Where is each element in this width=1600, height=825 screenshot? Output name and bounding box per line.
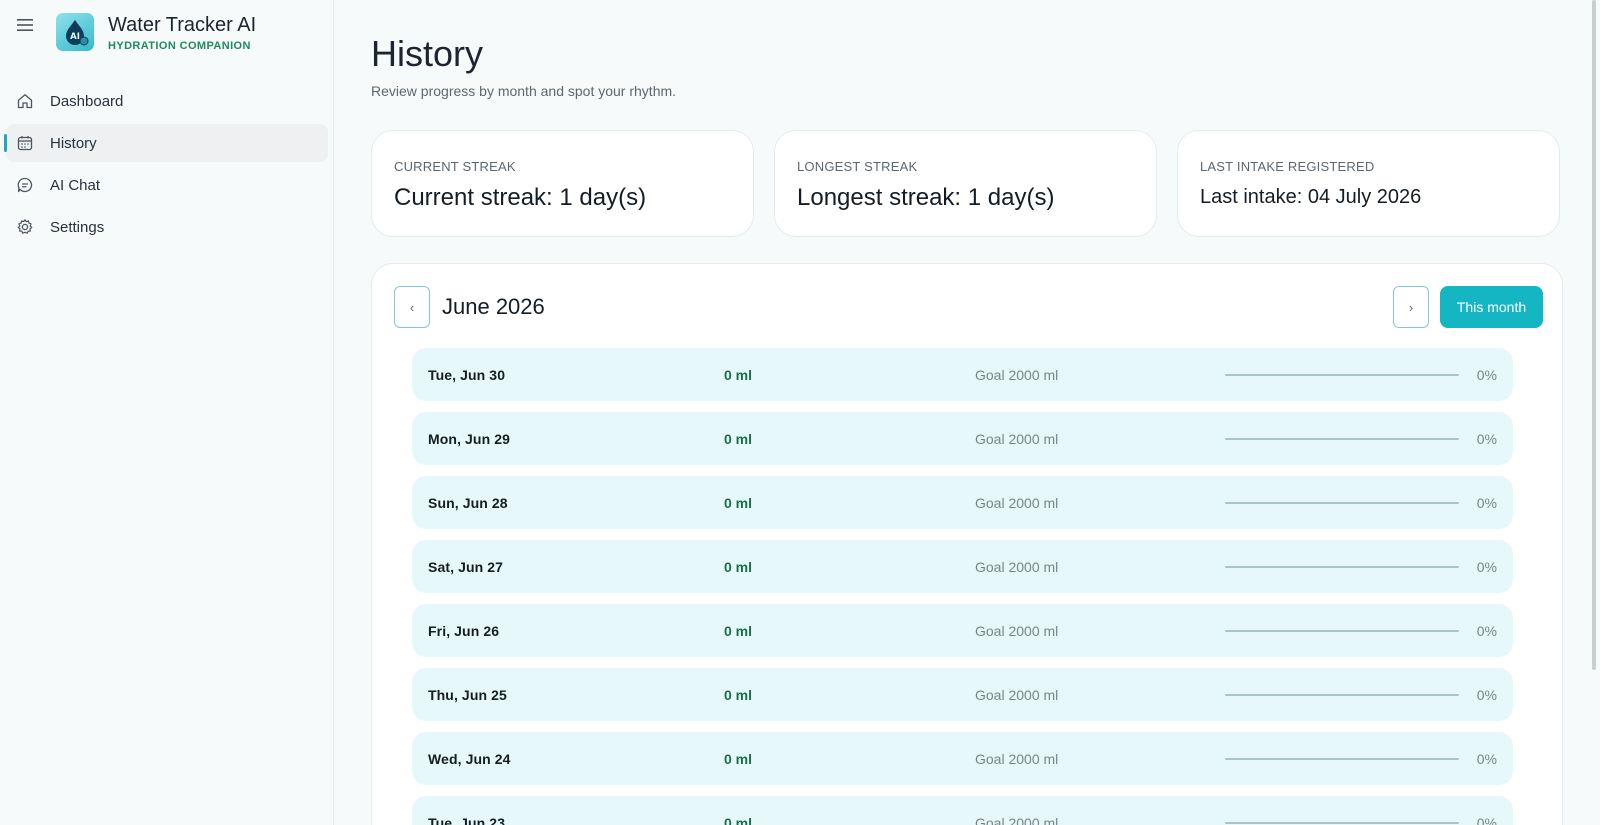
app-logo: AI bbox=[56, 13, 94, 51]
sidebar-item-label: AI Chat bbox=[50, 176, 101, 194]
sidebar-nav: Dashboard History AI Chat Settings bbox=[0, 82, 334, 250]
sidebar-item-ai-chat[interactable]: AI Chat bbox=[6, 166, 328, 204]
day-goal: Goal 2000 ml bbox=[975, 687, 1059, 703]
day-row: Thu, Jun 25 0 ml Goal 2000 ml 0% bbox=[412, 668, 1513, 721]
app-subtitle: HYDRATION COMPANION bbox=[108, 40, 251, 52]
day-progress-bar bbox=[1225, 822, 1459, 824]
day-row: Tue, Jun 23 0 ml Goal 2000 ml 0% bbox=[412, 796, 1513, 825]
day-percent: 0% bbox=[1476, 431, 1497, 447]
day-row: Wed, Jun 24 0 ml Goal 2000 ml 0% bbox=[412, 732, 1513, 785]
page-title: History bbox=[371, 33, 484, 74]
day-percent: 0% bbox=[1476, 367, 1497, 383]
sidebar-item-dashboard[interactable]: Dashboard bbox=[6, 82, 328, 120]
day-goal: Goal 2000 ml bbox=[975, 751, 1059, 767]
day-amount: 0 ml bbox=[724, 687, 753, 703]
day-date: Thu, Jun 25 bbox=[428, 687, 507, 703]
day-date: Sat, Jun 27 bbox=[428, 559, 504, 575]
sidebar: AI Water Tracker AI HYDRATION COMPANION … bbox=[0, 0, 334, 825]
longest-streak-card: LONGEST STREAK Longest streak: 1 day(s) bbox=[774, 130, 1157, 237]
day-list: Tue, Jun 30 0 ml Goal 2000 ml 0% Mon, Jun 29… bbox=[412, 348, 1513, 825]
last-intake-card: LAST INTAKE REGISTERED Last intake: 04 J… bbox=[1177, 130, 1560, 237]
stat-value: Longest streak: 1 day(s) bbox=[797, 184, 1055, 211]
day-goal: Goal 2000 ml bbox=[975, 431, 1059, 447]
stat-value: Current streak: 1 day(s) bbox=[394, 184, 647, 211]
day-date: Fri, Jun 26 bbox=[428, 623, 500, 639]
day-progress-bar bbox=[1225, 630, 1459, 632]
main-content: History Review progress by month and spo… bbox=[334, 0, 1600, 825]
day-row: Sat, Jun 27 0 ml Goal 2000 ml 0% bbox=[412, 540, 1513, 593]
day-percent: 0% bbox=[1476, 495, 1497, 511]
page-scrollbar[interactable] bbox=[1592, 0, 1596, 670]
sidebar-item-settings[interactable]: Settings bbox=[6, 208, 328, 246]
chevron-left-icon: ‹ bbox=[409, 299, 415, 315]
day-goal: Goal 2000 ml bbox=[975, 367, 1059, 383]
day-amount: 0 ml bbox=[724, 751, 753, 767]
day-amount: 0 ml bbox=[724, 367, 753, 383]
menu-toggle-button[interactable] bbox=[14, 14, 36, 36]
calendar-icon bbox=[17, 136, 33, 151]
day-date: Mon, Jun 29 bbox=[428, 431, 510, 447]
logo-text: AI bbox=[70, 32, 80, 42]
day-row: Sun, Jun 28 0 ml Goal 2000 ml 0% bbox=[412, 476, 1513, 529]
day-amount: 0 ml bbox=[724, 623, 753, 639]
day-date: Wed, Jun 24 bbox=[428, 751, 511, 767]
day-date: Tue, Jun 23 bbox=[428, 815, 506, 825]
brand-header: AI Water Tracker AI HYDRATION COMPANION bbox=[0, 0, 334, 70]
month-history-card: ‹ June 2026 › This month Tue, Jun 30 0 ml… bbox=[371, 263, 1563, 825]
day-progress-bar bbox=[1225, 758, 1459, 760]
stat-value: Last intake: 04 July 2026 bbox=[1200, 186, 1422, 208]
day-goal: Goal 2000 ml bbox=[975, 623, 1059, 639]
day-progress-bar bbox=[1225, 694, 1459, 696]
chat-icon bbox=[17, 177, 33, 193]
sidebar-item-label: History bbox=[50, 134, 97, 152]
day-row: Fri, Jun 26 0 ml Goal 2000 ml 0% bbox=[412, 604, 1513, 657]
day-goal: Goal 2000 ml bbox=[975, 815, 1059, 825]
day-progress-bar bbox=[1225, 374, 1459, 376]
day-row: Tue, Jun 30 0 ml Goal 2000 ml 0% bbox=[412, 348, 1513, 401]
app-title: Water Tracker AI bbox=[108, 14, 257, 36]
month-title: June 2026 bbox=[442, 294, 545, 319]
water-drop-logo-icon: AI bbox=[66, 20, 89, 46]
page-subtitle: Review progress by month and spot your r… bbox=[371, 83, 677, 99]
hamburger-icon bbox=[17, 19, 33, 31]
day-date: Sun, Jun 28 bbox=[428, 495, 508, 511]
day-goal: Goal 2000 ml bbox=[975, 559, 1059, 575]
day-progress-bar bbox=[1225, 566, 1459, 568]
day-progress-bar bbox=[1225, 438, 1459, 440]
day-percent: 0% bbox=[1476, 559, 1497, 575]
sidebar-item-label: Settings bbox=[50, 218, 105, 236]
day-amount: 0 ml bbox=[724, 431, 753, 447]
this-month-button[interactable]: This month bbox=[1440, 286, 1543, 328]
day-row: Mon, Jun 29 0 ml Goal 2000 ml 0% bbox=[412, 412, 1513, 465]
chevron-right-icon: › bbox=[1408, 299, 1414, 315]
day-percent: 0% bbox=[1476, 751, 1497, 767]
next-month-button[interactable]: › bbox=[1393, 286, 1429, 328]
stat-caption: LONGEST STREAK bbox=[797, 159, 918, 174]
day-amount: 0 ml bbox=[724, 495, 753, 511]
previous-month-button[interactable]: ‹ bbox=[394, 286, 430, 328]
sidebar-item-history[interactable]: History bbox=[4, 124, 328, 162]
day-date: Tue, Jun 30 bbox=[428, 367, 506, 383]
stat-caption: CURRENT STREAK bbox=[394, 159, 516, 174]
current-streak-card: CURRENT STREAK Current streak: 1 day(s) bbox=[371, 130, 754, 237]
day-percent: 0% bbox=[1476, 687, 1497, 703]
sidebar-item-label: Dashboard bbox=[50, 92, 124, 110]
day-amount: 0 ml bbox=[724, 815, 753, 825]
day-progress-bar bbox=[1225, 502, 1459, 504]
home-icon bbox=[17, 94, 33, 109]
day-percent: 0% bbox=[1476, 623, 1497, 639]
gear-icon bbox=[17, 219, 33, 234]
day-percent: 0% bbox=[1476, 815, 1497, 825]
stat-caption: LAST INTAKE REGISTERED bbox=[1200, 159, 1375, 174]
day-amount: 0 ml bbox=[724, 559, 753, 575]
day-goal: Goal 2000 ml bbox=[975, 495, 1059, 511]
